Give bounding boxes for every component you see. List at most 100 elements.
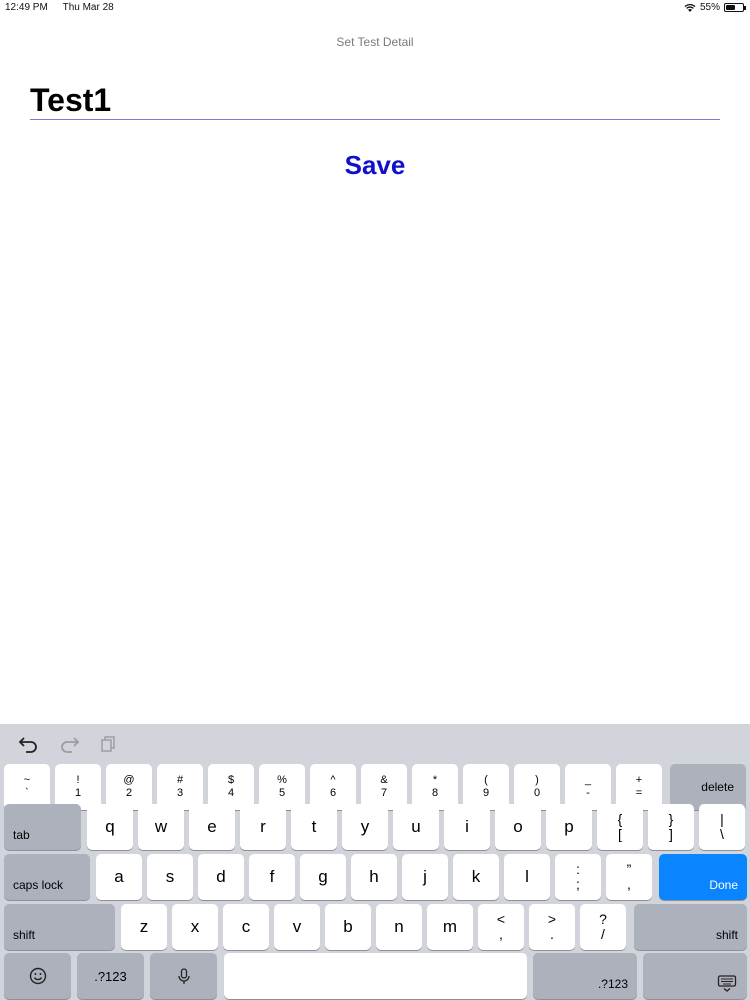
key-v-label: v bbox=[292, 917, 302, 936]
shift-right-key[interactable]: shift bbox=[634, 904, 747, 950]
key-u[interactable]: u bbox=[393, 804, 439, 850]
key-g-label: g bbox=[318, 867, 328, 886]
key-sym2-0[interactable]: {[ bbox=[597, 804, 643, 850]
key-sym2-0-shift-label: { bbox=[617, 811, 623, 827]
key-b[interactable]: b bbox=[325, 904, 371, 950]
key-c-label: c bbox=[241, 917, 251, 936]
key-sym3-0[interactable]: :; bbox=[555, 854, 601, 900]
battery-percent: 55% bbox=[699, 2, 720, 13]
key-k[interactable]: k bbox=[453, 854, 499, 900]
key-j[interactable]: j bbox=[402, 854, 448, 900]
key-sym4-2[interactable]: ? / bbox=[580, 904, 626, 950]
undo-icon[interactable] bbox=[18, 734, 40, 754]
key-p[interactable]: p bbox=[546, 804, 592, 850]
keyboard-assistant-bar bbox=[0, 724, 750, 764]
key-sym2-1[interactable]: }] bbox=[648, 804, 694, 850]
key-num-9-label: 9 bbox=[482, 787, 490, 799]
caps-lock-key-label: caps lock bbox=[13, 878, 64, 892]
key-num-1-label: 1 bbox=[74, 787, 82, 799]
key-num-11-label: - bbox=[586, 787, 590, 799]
key-k-label: k bbox=[471, 867, 481, 886]
tab-key[interactable]: tab bbox=[4, 804, 81, 850]
key-o-label: o bbox=[513, 817, 523, 836]
key-d[interactable]: d bbox=[198, 854, 244, 900]
key-sym2-1-shift-label: } bbox=[668, 811, 674, 827]
key-h[interactable]: h bbox=[351, 854, 397, 900]
key-num-4-shift-label: $ bbox=[227, 774, 235, 786]
save-button[interactable]: Save bbox=[300, 148, 450, 182]
key-sym4-1-shift-label: > bbox=[547, 911, 557, 927]
key-sym4-1-label: . bbox=[550, 926, 554, 942]
done-key[interactable]: Done bbox=[659, 854, 747, 900]
key-sym2-2-label: \ bbox=[720, 826, 724, 842]
key-h-label: h bbox=[369, 867, 379, 886]
key-x[interactable]: x bbox=[172, 904, 218, 950]
emoji-key[interactable] bbox=[4, 953, 71, 999]
key-w[interactable]: w bbox=[138, 804, 184, 850]
key-z-label: z bbox=[139, 917, 149, 936]
key-a[interactable]: a bbox=[96, 854, 142, 900]
key-f[interactable]: f bbox=[249, 854, 295, 900]
key-l[interactable]: l bbox=[504, 854, 550, 900]
key-y-label: y bbox=[360, 817, 370, 836]
key-sym4-1[interactable]: >. bbox=[529, 904, 575, 950]
key-num-5-label: 5 bbox=[278, 787, 286, 799]
delete-key-label: delete bbox=[701, 780, 734, 794]
caps-lock-key[interactable]: caps lock bbox=[4, 854, 90, 900]
redo-icon[interactable] bbox=[58, 734, 80, 754]
key-num-0-label: ` bbox=[25, 787, 29, 799]
microphone-icon bbox=[177, 968, 190, 984]
status-bar: 12:49 PM Thu Mar 28 55% bbox=[0, 0, 750, 16]
key-sym2-2[interactable]: | \ bbox=[699, 804, 745, 850]
key-e-label: e bbox=[207, 817, 217, 836]
key-r[interactable]: r bbox=[240, 804, 286, 850]
tab-key-label: tab bbox=[13, 828, 30, 842]
key-s[interactable]: s bbox=[147, 854, 193, 900]
key-num-6-label: 6 bbox=[329, 787, 337, 799]
key-num-5-shift-label: % bbox=[277, 774, 287, 786]
key-q[interactable]: q bbox=[87, 804, 133, 850]
key-num-6-shift-label: ^ bbox=[330, 774, 336, 786]
key-o[interactable]: o bbox=[495, 804, 541, 850]
shift-left-key[interactable]: shift bbox=[4, 904, 115, 950]
key-m[interactable]: m bbox=[427, 904, 473, 950]
key-num-1-shift-label: ! bbox=[76, 774, 80, 786]
key-c[interactable]: c bbox=[223, 904, 269, 950]
key-f-label: f bbox=[269, 867, 275, 886]
key-sym4-0-shift-label: < bbox=[496, 911, 506, 927]
hide-keyboard-key[interactable] bbox=[643, 953, 747, 999]
key-z[interactable]: z bbox=[121, 904, 167, 950]
dictation-key[interactable] bbox=[150, 953, 217, 999]
key-w-label: w bbox=[154, 817, 168, 836]
battery-icon bbox=[724, 3, 746, 12]
key-num-7-label: 7 bbox=[380, 787, 388, 799]
key-n-label: n bbox=[394, 917, 404, 936]
keyboard: ~ `! 1 @2 #3 $4% 5 ^ 6 & 7 * 8(9) 0 _ - + = delete tab q w e r t… bbox=[0, 724, 750, 1000]
key-sym3-1[interactable]: ”, bbox=[606, 854, 652, 900]
keyboard-hide-icon bbox=[717, 975, 737, 992]
key-e[interactable]: e bbox=[189, 804, 235, 850]
num-switch-left-key[interactable]: .?123 bbox=[77, 953, 144, 999]
key-num-12-label: = bbox=[635, 787, 643, 799]
key-sym2-1-label: ] bbox=[669, 826, 673, 842]
shift-left-key-label: shift bbox=[13, 928, 36, 942]
key-v[interactable]: v bbox=[274, 904, 320, 950]
key-g[interactable]: g bbox=[300, 854, 346, 900]
key-sym4-0[interactable]: <, bbox=[478, 904, 524, 950]
key-num-3-shift-label: # bbox=[176, 774, 184, 786]
status-time: 12:49 PM bbox=[5, 2, 48, 13]
test-name-input[interactable] bbox=[30, 82, 720, 120]
emoji-icon bbox=[29, 967, 46, 985]
paste-icon[interactable] bbox=[98, 734, 120, 754]
key-num-4-label: 4 bbox=[227, 787, 235, 799]
num-switch-right-key[interactable]: .?123 bbox=[533, 953, 637, 999]
key-n[interactable]: n bbox=[376, 904, 422, 950]
key-num-8-label: 8 bbox=[431, 787, 439, 799]
key-i[interactable]: i bbox=[444, 804, 490, 850]
key-sym2-2-shift-label: | bbox=[720, 811, 724, 827]
key-d-label: d bbox=[216, 867, 226, 886]
key-t[interactable]: t bbox=[291, 804, 337, 850]
key-l-label: l bbox=[525, 867, 529, 886]
space-key[interactable] bbox=[224, 953, 527, 999]
key-y[interactable]: y bbox=[342, 804, 388, 850]
